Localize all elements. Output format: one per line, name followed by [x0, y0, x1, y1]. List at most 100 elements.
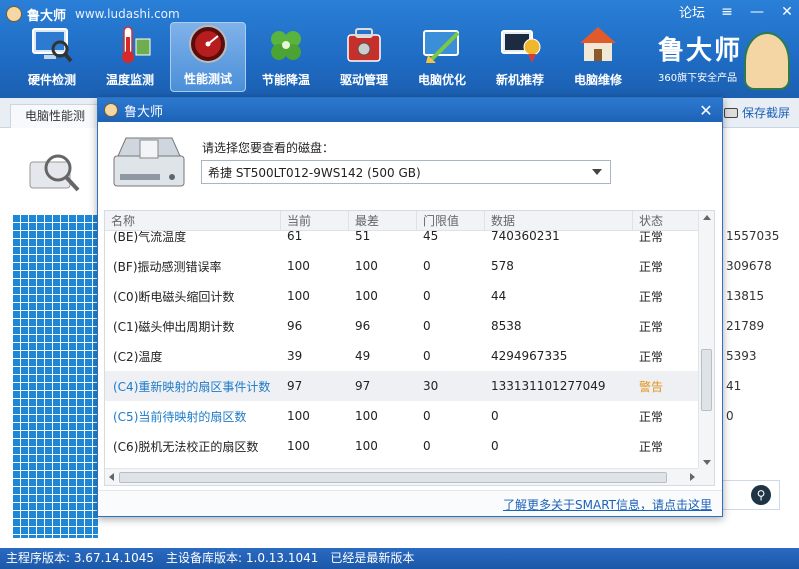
cell-data: 44	[491, 289, 507, 303]
forum-link[interactable]: 论坛	[679, 2, 705, 21]
scroll-left-icon[interactable]	[109, 473, 114, 481]
nav-item-repair[interactable]: 电脑维修	[560, 22, 636, 92]
main-version: 主程序版本: 3.67.14.1045	[6, 551, 155, 565]
column-header-worst[interactable]: 最差	[349, 211, 417, 231]
cell-current: 96	[287, 319, 303, 333]
disk-selected-value: 希捷 ST500LT012-9WS142 (500 GB)	[208, 165, 421, 180]
background-value: 41	[726, 379, 742, 393]
cell-current: 100	[287, 439, 310, 453]
cell-current: 100	[287, 409, 310, 423]
app-brand: 鲁大师 www.ludashi.com	[6, 4, 180, 24]
smart-table: (BE)气流温度 61 51 45 740360231 正常 (BF)振动感测错…	[104, 210, 715, 486]
status-bar: 主程序版本: 3.67.14.1045 主设备库版本: 1.0.13.1041 …	[0, 548, 799, 569]
background-value: 13815	[726, 289, 765, 303]
cell-data: 578	[491, 259, 514, 273]
dialog-title: 鲁大师	[124, 104, 164, 120]
background-values: 1557035 309678 13815 21789 5393 41 0	[726, 226, 779, 436]
performance-grid	[12, 214, 98, 538]
table-row[interactable]: (C0)断电磁头缩回计数 100 100 0 44 正常	[105, 281, 699, 311]
main-nav: 硬件检测 温度监测 性能测试 节能降温 驱动管理 电脑优化 新机推荐 电脑维修	[14, 22, 636, 92]
monitor-magnifier-icon	[32, 28, 73, 63]
search-icon[interactable]: ⚲	[751, 485, 771, 505]
search-box[interactable]: ⚲	[722, 480, 780, 510]
dialog-close-icon[interactable]: ✕	[698, 101, 714, 120]
cell-current: 100	[287, 259, 310, 273]
vertical-scroll-thumb[interactable]	[701, 349, 712, 411]
nav-item-energy[interactable]: 节能降温	[248, 22, 324, 92]
nav-item-new-pc[interactable]: 新机推荐	[482, 22, 558, 92]
background-value: 309678	[726, 259, 772, 273]
nav-label: 驱动管理	[339, 73, 388, 87]
table-row[interactable]: (C6)脱机无法校正的扇区数 100 100 0 0 正常	[105, 431, 699, 461]
cell-worst: 100	[355, 409, 378, 423]
column-header-name[interactable]: 名称	[105, 211, 281, 231]
chevron-down-icon[interactable]	[592, 169, 602, 175]
vertical-scrollbar[interactable]	[698, 211, 714, 469]
nav-item-drivers[interactable]: 驱动管理	[326, 22, 402, 92]
cell-name: (BF)振动感测错误率	[113, 259, 222, 274]
disk-dropdown[interactable]: 希捷 ST500LT012-9WS142 (500 GB)	[201, 160, 611, 184]
scroll-right-icon[interactable]	[690, 473, 695, 481]
nav-label: 电脑优化	[417, 73, 466, 87]
nav-item-hardware[interactable]: 硬件检测	[14, 22, 90, 92]
window-controls: 论坛 ≡ — ✕	[679, 2, 795, 22]
minimize-icon[interactable]: —	[749, 4, 765, 20]
cell-data: 8538	[491, 319, 522, 333]
column-header-current[interactable]: 当前	[281, 211, 349, 231]
background-value: 1557035	[726, 229, 780, 243]
house-icon	[580, 27, 616, 61]
toolbox-icon	[347, 28, 381, 62]
cell-status: 正常	[639, 289, 664, 304]
column-header-status[interactable]: 状态	[633, 211, 699, 231]
save-screenshot-button[interactable]: 保存截屏	[724, 104, 790, 121]
cell-name: (C1)磁头伸出周期计数	[113, 319, 235, 334]
nav-item-temperature[interactable]: 温度监测	[92, 22, 168, 92]
background-value: 21789	[726, 319, 765, 333]
table-row[interactable]: (C2)温度 39 49 0 4294967335 正常	[105, 341, 699, 371]
scroll-down-icon[interactable]	[703, 460, 711, 465]
cell-status: 正常	[639, 439, 664, 454]
cell-name: (C2)温度	[113, 349, 163, 364]
cell-threshold: 0	[423, 409, 431, 423]
horizontal-scroll-thumb[interactable]	[119, 472, 667, 483]
save-screenshot-label: 保存截屏	[742, 106, 791, 120]
nav-label: 节能降温	[261, 73, 310, 87]
column-header-data[interactable]: 数据	[485, 211, 633, 231]
cell-current: 61	[287, 229, 303, 243]
disk-magnifier-icon	[29, 154, 80, 192]
column-header-threshold[interactable]: 门限值	[417, 211, 485, 231]
scroll-up-icon[interactable]	[703, 215, 711, 220]
app-url: www.ludashi.com	[75, 7, 180, 21]
tab-performance-test[interactable]: 电脑性能测	[10, 104, 100, 128]
cell-worst: 51	[355, 229, 371, 243]
clover-icon	[271, 31, 301, 60]
table-row[interactable]: (C5)当前待映射的扇区数 100 100 0 0 正常	[105, 401, 699, 431]
smart-table-body: (BE)气流温度 61 51 45 740360231 正常 (BF)振动感测错…	[105, 221, 699, 461]
speedometer-icon	[189, 25, 227, 63]
menu-icon[interactable]: ≡	[719, 4, 735, 20]
close-icon[interactable]: ✕	[779, 4, 795, 20]
smart-table-header: 名称 当前 最差 门限值 数据 状态	[105, 211, 699, 231]
table-row[interactable]: (BF)振动感测错误率 100 100 0 578 正常	[105, 251, 699, 281]
db-version: 主设备库版本: 1.0.13.1041	[166, 551, 319, 565]
smart-info-link[interactable]: 了解更多关于SMART信息，请点击这里	[503, 496, 712, 513]
update-status: 已经是最新版本	[330, 551, 415, 565]
cell-threshold: 45	[423, 229, 439, 243]
cell-status-warning: 警告	[639, 379, 664, 394]
cell-current: 100	[287, 289, 310, 303]
cell-threshold: 0	[423, 439, 431, 453]
nav-item-optimize[interactable]: 电脑优化	[404, 22, 480, 92]
cell-current: 39	[287, 349, 303, 363]
nav-item-performance[interactable]: 性能测试	[170, 22, 246, 92]
nav-label: 电脑维修	[573, 73, 622, 87]
cell-data: 4294967335	[491, 349, 568, 363]
nav-label: 性能测试	[183, 72, 232, 86]
table-row[interactable]: (C1)磁头伸出周期计数 96 96 0 8538 正常	[105, 311, 699, 341]
horizontal-scrollbar[interactable]	[105, 468, 699, 485]
scrollbar-corner	[698, 468, 714, 485]
background-value: 0	[726, 409, 734, 423]
cell-worst: 96	[355, 319, 371, 333]
cell-worst: 49	[355, 349, 371, 363]
dialog-footer: 了解更多关于SMART信息，请点击这里	[98, 490, 722, 516]
table-row-selected[interactable]: (C4)重新映射的扇区事件计数 97 97 30 133131101277049…	[105, 371, 699, 401]
